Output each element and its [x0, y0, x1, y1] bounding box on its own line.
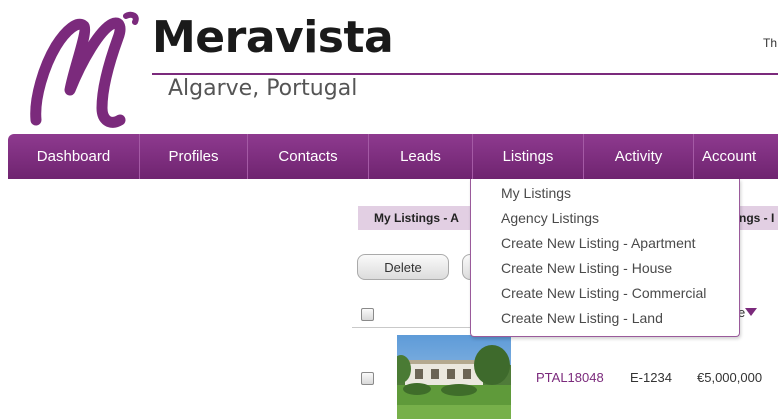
listing-code: E-1234	[630, 370, 672, 385]
tab-my-listings[interactable]: My Listings - A	[358, 206, 470, 230]
listing-ref-link[interactable]: PTAL18048	[536, 370, 604, 385]
header-divider	[352, 327, 472, 328]
delete-button[interactable]: Delete	[357, 254, 449, 280]
meravista-logo-icon	[30, 11, 139, 128]
menu-item-my-listings[interactable]: My Listings	[471, 181, 739, 206]
menu-item-create-commercial[interactable]: Create New Listing - Commercial	[471, 281, 739, 306]
header-top-right-text: Th	[763, 36, 778, 50]
menu-item-create-apartment[interactable]: Create New Listing - Apartment	[471, 231, 739, 256]
nav-leads[interactable]: Leads	[369, 134, 473, 179]
tab-agency-listings[interactable]: ngs - I	[737, 206, 778, 230]
listing-thumbnail[interactable]	[397, 335, 511, 419]
listings-dropdown-menu: My Listings Agency Listings Create New L…	[470, 179, 740, 337]
main-nav: Dashboard Profiles Contacts Leads Listin…	[8, 134, 778, 179]
listing-price: €5,000,000	[697, 370, 763, 385]
brand-divider	[152, 73, 778, 75]
select-all-checkbox[interactable]	[361, 308, 374, 321]
nav-dashboard[interactable]: Dashboard	[8, 134, 140, 179]
nav-listings[interactable]: Listings	[473, 134, 584, 179]
menu-item-create-house[interactable]: Create New Listing - House	[471, 256, 739, 281]
menu-item-create-land[interactable]: Create New Listing - Land	[471, 306, 739, 331]
nav-activity[interactable]: Activity	[584, 134, 694, 179]
row-checkbox[interactable]	[361, 372, 374, 385]
menu-item-agency-listings[interactable]: Agency Listings	[471, 206, 739, 231]
nav-account[interactable]: Account	[694, 134, 778, 179]
nav-contacts[interactable]: Contacts	[248, 134, 369, 179]
sort-down-icon[interactable]	[745, 308, 757, 316]
brand-location: Algarve, Portugal	[168, 76, 358, 101]
nav-profiles[interactable]: Profiles	[140, 134, 248, 179]
brand-title: Meravista	[152, 12, 394, 63]
